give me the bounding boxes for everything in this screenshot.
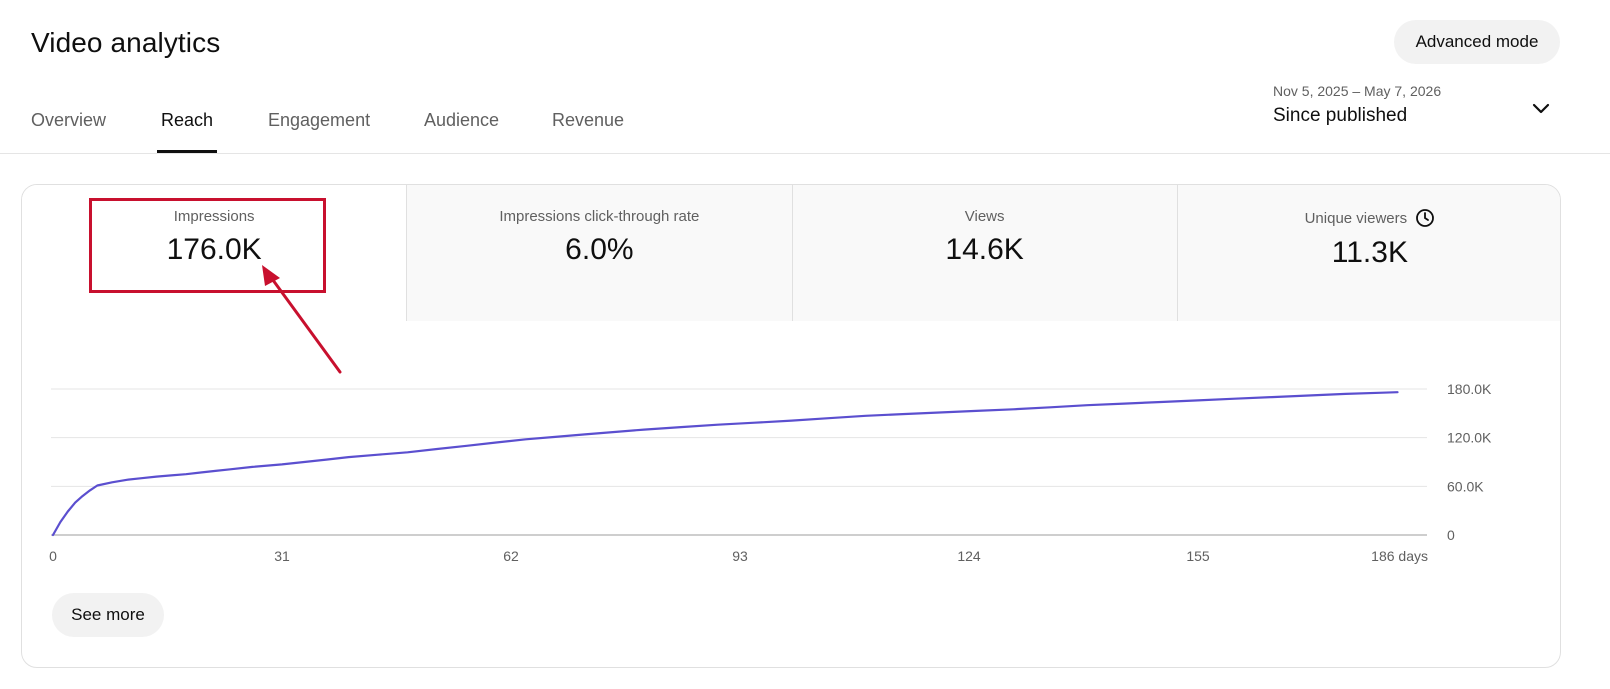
y-tick-label: 180.0K [1447, 381, 1492, 397]
y-tick-label: 0 [1447, 527, 1455, 543]
impressions-series-line [51, 391, 1399, 537]
date-range-text: Nov 5, 2025 – May 7, 2026 [1273, 83, 1442, 99]
impressions-line-chart: 0 60.0K 120.0K 180.0K 0 31 62 93 124 155 186 days [49, 265, 1492, 564]
date-range-picker[interactable]: Nov 5, 2025 – May 7, 2026 Since publishe… [1273, 83, 1441, 127]
y-tick-label: 60.0K [1447, 478, 1484, 494]
x-tick-label: 186 days [1371, 548, 1428, 564]
page-title: Video analytics [31, 27, 221, 58]
tab-reach[interactable]: Reach [161, 110, 213, 131]
x-tick-label: 124 [957, 548, 981, 564]
advanced-mode-button[interactable]: Advanced mode [1394, 20, 1560, 64]
tab-revenue[interactable]: Revenue [552, 110, 624, 131]
see-more-button[interactable]: See more [52, 593, 164, 637]
x-tick-label: 93 [732, 548, 748, 564]
chevron-down-icon[interactable] [1530, 98, 1552, 120]
y-tick-label: 120.0K [1447, 430, 1492, 446]
x-tick-label: 155 [1186, 548, 1210, 564]
tab-audience[interactable]: Audience [424, 110, 499, 131]
header-divider [0, 153, 1610, 154]
x-tick-label: 0 [49, 548, 57, 564]
video-analytics-page: Video analytics Advanced mode Overview R… [0, 0, 1610, 689]
annotation-arrow-shaft [268, 274, 342, 374]
x-tick-label: 62 [503, 548, 519, 564]
annotation-arrow-head [262, 265, 280, 286]
tab-engagement[interactable]: Engagement [268, 110, 370, 131]
reach-chart-card: Impressions 176.0K Impressions click-thr… [21, 184, 1561, 668]
date-range-label: Since published [1273, 105, 1408, 126]
x-tick-label: 31 [274, 548, 290, 564]
tab-overview[interactable]: Overview [31, 110, 106, 131]
